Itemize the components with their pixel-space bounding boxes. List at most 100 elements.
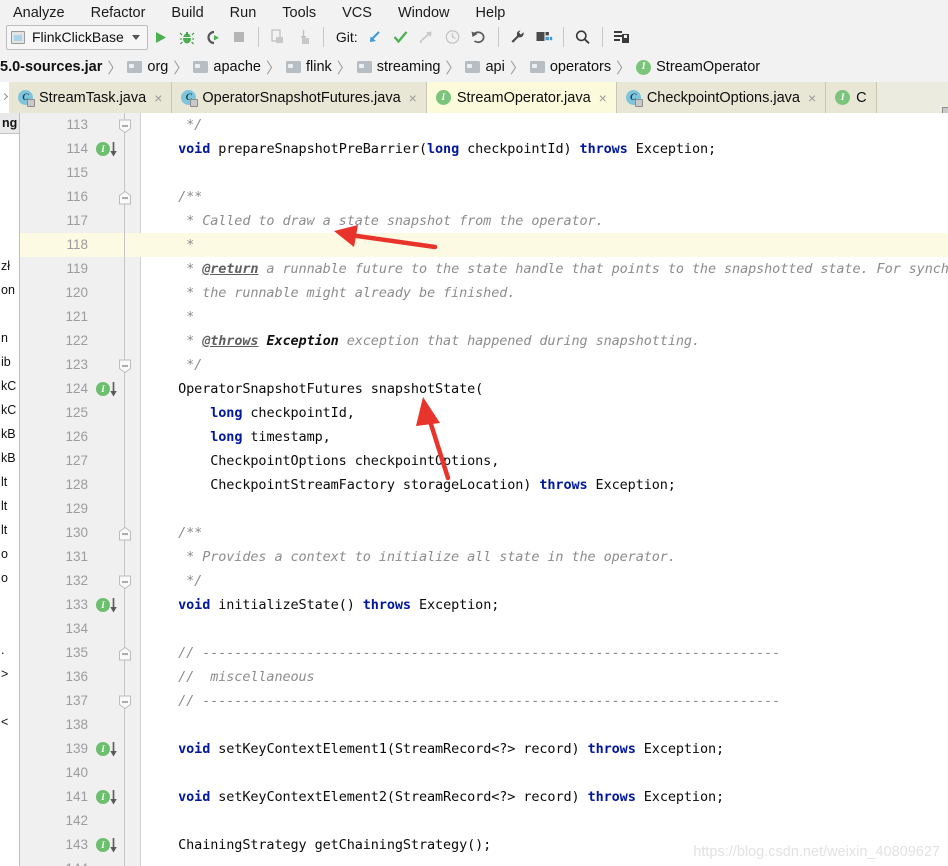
project-tree-row[interactable]: kB <box>0 446 19 470</box>
code-line[interactable]: 141 I void setKeyContextElement2(StreamRe… <box>20 785 948 809</box>
commit-button[interactable] <box>388 25 414 49</box>
code-line[interactable]: 124 I OperatorSnapshotFutures snapshotSta… <box>20 377 948 401</box>
code-line[interactable]: 133 I void initializeState() throws Excep… <box>20 593 948 617</box>
close-icon[interactable]: × <box>599 91 607 105</box>
breadcrumb-item-streamoperator[interactable]: I StreamOperator <box>636 59 760 75</box>
project-tree-row[interactable]: . <box>0 638 19 662</box>
editor-tab-operatorsnapshotfutures-java[interactable]: C OperatorSnapshotFutures.java × <box>172 82 427 113</box>
editor-tab-checkpointoptions-java[interactable]: C CheckpointOptions.java × <box>616 82 827 113</box>
run-configuration-selector[interactable]: FlinkClickBase <box>6 24 148 50</box>
code-fold-end-icon[interactable] <box>118 117 132 134</box>
save-all-button[interactable] <box>609 25 635 49</box>
code-fold-end-icon[interactable] <box>118 357 132 374</box>
implemented-method-gutter-marker[interactable]: I <box>96 381 122 398</box>
project-tree-row[interactable]: n <box>0 326 19 350</box>
revert-button[interactable] <box>466 25 492 49</box>
project-tree-row[interactable] <box>0 614 19 638</box>
code-line[interactable]: 117 * Called to draw a state snapshot fr… <box>20 209 948 233</box>
history-button[interactable] <box>440 25 466 49</box>
project-tree-row[interactable] <box>0 758 19 782</box>
code-line[interactable]: 131 * Provides a context to initialize a… <box>20 545 948 569</box>
code-line[interactable]: 142 <box>20 809 948 833</box>
search-everywhere-button[interactable] <box>570 25 596 49</box>
push-button[interactable] <box>414 25 440 49</box>
code-line[interactable]: 128 CheckpointStreamFactory storageLocat… <box>20 473 948 497</box>
code-line[interactable]: 116 /** <box>20 185 948 209</box>
breadcrumb-item-apache[interactable]: apache <box>193 59 261 75</box>
code-line[interactable]: 129 <box>20 497 948 521</box>
code-editor[interactable]: 113 */ 114 I void prepareSnapshotPreBarrie… <box>20 113 948 866</box>
project-tool-window-strip[interactable]: ng zł on n ib kC kC kB kB lt lt lt o o. > < <box>0 113 20 866</box>
code-fold-start-icon[interactable] <box>118 189 132 205</box>
close-icon[interactable]: × <box>808 91 816 105</box>
menu-item-refactor[interactable]: Refactor <box>78 5 159 22</box>
project-tree-row[interactable]: < <box>0 710 19 734</box>
breadcrumb-item-operators[interactable]: operators <box>529 59 611 75</box>
code-line[interactable]: 120 * the runnable might already be fini… <box>20 281 948 305</box>
project-tree-row[interactable]: lt <box>0 518 19 542</box>
editor-tab-streamtask-java[interactable]: C StreamTask.java × <box>9 82 173 113</box>
menu-item-run[interactable]: Run <box>217 5 270 22</box>
project-tree-row[interactable]: kB <box>0 422 19 446</box>
code-line[interactable]: 113 */ <box>20 113 948 137</box>
implemented-method-gutter-marker[interactable]: I <box>96 597 122 614</box>
project-tree-row[interactable]: kC <box>0 398 19 422</box>
code-line[interactable]: 127 CheckpointOptions checkpointOptions, <box>20 449 948 473</box>
implemented-method-gutter-marker[interactable]: I <box>96 141 122 158</box>
code-fold-end-icon[interactable] <box>118 573 132 590</box>
project-tree-row[interactable] <box>0 782 19 806</box>
implemented-method-gutter-marker[interactable]: I <box>96 789 122 806</box>
run-button[interactable] <box>148 25 174 49</box>
project-tree-row[interactable] <box>0 590 19 614</box>
project-tree-row[interactable] <box>0 686 19 710</box>
code-line[interactable]: 125 long checkpointId, <box>20 401 948 425</box>
project-tree-row[interactable] <box>0 206 19 230</box>
code-line[interactable]: 122 * @throws Exception exception that h… <box>20 329 948 353</box>
project-tree-row[interactable]: o <box>0 566 19 590</box>
project-tree-row[interactable] <box>0 158 19 182</box>
code-line[interactable]: 115 <box>20 161 948 185</box>
project-structure-button[interactable] <box>531 25 557 49</box>
project-tree-row[interactable] <box>0 302 19 326</box>
import-button[interactable] <box>291 25 317 49</box>
breadcrumb-item-flink[interactable]: flink <box>285 59 332 75</box>
run-with-coverage-button[interactable] <box>200 25 226 49</box>
code-line[interactable]: 140 <box>20 761 948 785</box>
menu-item-help[interactable]: Help <box>463 5 519 22</box>
update-project-button[interactable] <box>362 25 388 49</box>
project-tree-row[interactable] <box>0 806 19 830</box>
editor-tab-streamoperator-java[interactable]: I StreamOperator.java × <box>426 82 617 113</box>
menu-item-window[interactable]: Window <box>385 5 463 22</box>
project-tree-row[interactable]: > <box>0 662 19 686</box>
project-tree-row[interactable] <box>0 230 19 254</box>
close-icon[interactable]: × <box>154 91 162 105</box>
breadcrumb-item-streaming[interactable]: streaming <box>356 59 440 75</box>
project-tree-row[interactable]: o <box>0 542 19 566</box>
code-fold-start-icon[interactable] <box>118 645 132 661</box>
code-line[interactable]: 118 * <box>20 233 948 257</box>
project-tree-row[interactable]: ib <box>0 350 19 374</box>
code-line[interactable]: 114 I void prepareSnapshotPreBarrier(long… <box>20 137 948 161</box>
project-tree-row[interactable]: lt <box>0 494 19 518</box>
stop-button[interactable] <box>226 25 252 49</box>
code-line[interactable]: 139 I void setKeyContextElement1(StreamRe… <box>20 737 948 761</box>
settings-button[interactable] <box>505 25 531 49</box>
open-in-window-button[interactable] <box>265 25 291 49</box>
project-tree-row[interactable]: on <box>0 278 19 302</box>
implemented-method-gutter-marker[interactable]: I <box>96 741 122 758</box>
menu-item-vcs[interactable]: VCS <box>329 5 385 22</box>
breadcrumb-item-5-0-sources-jar[interactable]: 5.0-sources.jar <box>0 59 102 75</box>
menu-item-analyze[interactable]: Analyze <box>0 5 78 22</box>
code-line[interactable]: 132 */ <box>20 569 948 593</box>
code-line[interactable]: 130 /** <box>20 521 948 545</box>
menu-item-tools[interactable]: Tools <box>269 5 329 22</box>
close-icon[interactable]: × <box>409 91 417 105</box>
breadcrumb-item-api[interactable]: api <box>465 59 505 75</box>
code-line[interactable]: 134 <box>20 617 948 641</box>
project-tree-row[interactable]: lt <box>0 470 19 494</box>
code-line[interactable]: 136 // miscellaneous <box>20 665 948 689</box>
tab-scroll-left[interactable] <box>0 82 9 113</box>
debug-button[interactable] <box>174 25 200 49</box>
code-fold-start-icon[interactable] <box>118 525 132 541</box>
project-tree-row[interactable] <box>0 734 19 758</box>
